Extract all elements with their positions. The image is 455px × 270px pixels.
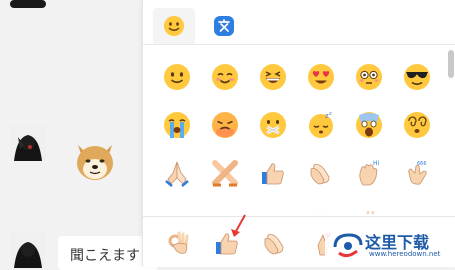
flushed-face-icon: [356, 64, 382, 90]
sunglasses-face-icon: [404, 64, 430, 90]
heart-eyes-face-icon: [308, 64, 334, 90]
emoji-slightly-smiling-face[interactable]: [155, 55, 199, 99]
emoji-hand-partial-5[interactable]: [347, 199, 391, 214]
ok-hand-icon: [168, 231, 189, 254]
red-arrow-pointer-icon: [231, 214, 246, 237]
slightly-smiling-face-icon: [164, 64, 190, 90]
watermark-url: www.hereodown.net: [369, 250, 441, 258]
svg-text:z: z: [329, 111, 332, 117]
tab-emoji[interactable]: [153, 8, 195, 44]
avatar[interactable]: [10, 0, 46, 8]
hand-icon: [163, 207, 191, 214]
hand-icon: [403, 207, 431, 214]
smiley-face-icon: [164, 16, 184, 36]
svg-text:666: 666: [417, 161, 427, 167]
emoji-thumbs-up[interactable]: [251, 151, 295, 195]
screaming-face-icon: [356, 112, 382, 138]
crossed-arms-icon: [212, 160, 238, 187]
emoji-sleeping-face[interactable]: z z: [299, 103, 343, 147]
sleeping-face-icon: z z: [309, 111, 333, 138]
emoji-heart-eyes-face[interactable]: [299, 55, 343, 99]
grinning-squinting-face-icon: [260, 64, 286, 90]
waving-hand-hi-icon: Hi: [359, 160, 380, 186]
emoji-screaming-face[interactable]: [347, 103, 391, 147]
emoji-hand-partial-6[interactable]: [395, 199, 439, 214]
tab-translate[interactable]: [203, 8, 245, 44]
emoji-picker-panel: z z Hi 666 这里下载 www.hereodown.net: [142, 0, 455, 267]
emoji-flushed-face[interactable]: [347, 55, 391, 99]
emoji-zipper-mouth-face[interactable]: [251, 103, 295, 147]
emoji-folded-hands[interactable]: [155, 151, 199, 195]
folded-hands-icon: [165, 161, 189, 187]
clapping-hands-icon: [264, 234, 284, 255]
hand-icon: [259, 207, 287, 214]
emoji-waving-hand-hi[interactable]: Hi: [347, 151, 391, 195]
zipper-mouth-face-icon: [260, 112, 286, 138]
emoji-crossed-arms[interactable]: [203, 151, 247, 195]
clapping-hands-icon: [310, 164, 330, 185]
emoji-hand-partial-4[interactable]: [299, 199, 343, 214]
svg-text:Hi: Hi: [373, 160, 380, 167]
waving-hand-666-icon: 666: [408, 161, 427, 185]
emoji-grid: z z Hi 666: [143, 46, 443, 214]
watermark-logo-icon: [333, 233, 363, 258]
emoji-hand-partial-3[interactable]: [251, 199, 295, 214]
emoji-waving-hand-666[interactable]: 666: [395, 151, 439, 195]
recent-emoji-bar: 这里下载 www.hereodown.net: [143, 214, 455, 267]
emoji-grid-scrollbar[interactable]: [448, 46, 454, 214]
message-text: 聞こえます: [70, 248, 140, 264]
doge-sticker[interactable]: [72, 137, 118, 183]
watermark: 这里下载 www.hereodown.net: [325, 227, 455, 265]
translate-icon: [214, 16, 234, 36]
emoji-dizzy-face[interactable]: [395, 103, 439, 147]
hand-icon: [318, 213, 324, 214]
emoji-sunglasses-face[interactable]: [395, 55, 439, 99]
emoji-loudly-crying-face[interactable]: [155, 103, 199, 147]
avatar[interactable]: [10, 232, 46, 268]
emoji-ok-hand[interactable]: [157, 221, 201, 265]
hand-icon: [366, 211, 374, 214]
dizzy-face-icon: [404, 112, 430, 138]
emoji-hand-partial-2[interactable]: [203, 199, 247, 214]
emoji-pouting-face[interactable]: [203, 103, 247, 147]
emoji-clapping-hands[interactable]: [299, 151, 343, 195]
emoji-picker-tabs: [143, 8, 455, 45]
loudly-crying-face-icon: [164, 112, 190, 138]
smiling-face-with-blush-icon: [212, 64, 238, 90]
scrollbar-thumb[interactable]: [448, 50, 454, 78]
pouting-face-icon: [212, 112, 238, 138]
emoji-grinning-squinting-face[interactable]: [251, 55, 295, 99]
emoji-smiling-face-with-blush[interactable]: [203, 55, 247, 99]
avatar[interactable]: [10, 125, 46, 161]
emoji-hand-partial-1[interactable]: [155, 199, 199, 214]
thumbs-up-icon: [262, 163, 284, 185]
emoji-clapping-hands[interactable]: [253, 221, 297, 265]
